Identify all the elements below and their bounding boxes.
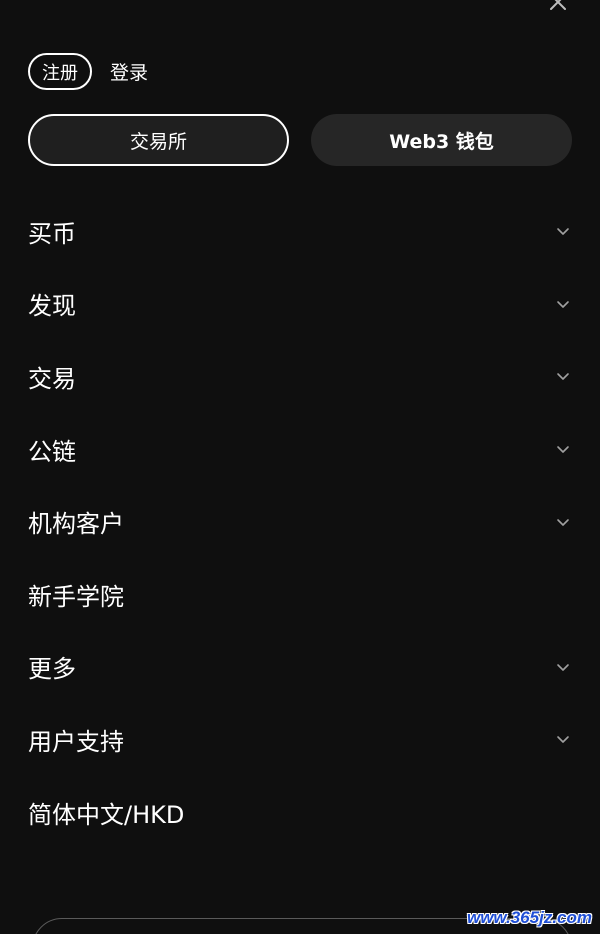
register-button[interactable]: 注册 — [28, 53, 92, 90]
menu-item-label: 公链 — [28, 437, 76, 466]
menu-item-label: 用户支持 — [28, 727, 124, 756]
mobile-menu-screen: 注册 登录 交易所 Web3 钱包 买币 发现 交易 公链 机构客户 新手学院 … — [0, 0, 600, 934]
menu-item-label: 更多 — [28, 655, 76, 684]
menu-item-label: 发现 — [28, 292, 76, 321]
menu-item-institutional[interactable]: 机构客户 — [0, 485, 600, 558]
close-icon — [550, 0, 566, 10]
menu-item-discover[interactable]: 发现 — [0, 268, 600, 341]
menu-item-label: 简体中文/HKD — [28, 800, 185, 829]
chevron-down-icon — [556, 226, 570, 236]
menu-item-language-currency[interactable]: 简体中文/HKD — [0, 776, 600, 849]
close-button[interactable] — [546, 0, 570, 14]
watermark: www.365jz.com — [466, 908, 592, 927]
tab-web3-wallet[interactable]: Web3 钱包 — [311, 114, 572, 166]
chevron-down-icon — [556, 734, 570, 744]
chevron-down-icon — [556, 299, 570, 309]
tab-web3-wallet-label: Web3 钱包 — [389, 130, 494, 153]
tab-exchange[interactable]: 交易所 — [28, 114, 289, 166]
nav-menu: 买币 发现 交易 公链 机构客户 新手学院 更多 用户支持 简体中文/HKD — [0, 195, 600, 848]
menu-item-label: 买币 — [28, 219, 76, 248]
menu-item-support[interactable]: 用户支持 — [0, 703, 600, 776]
chevron-down-icon — [556, 662, 570, 672]
auth-row: 注册 登录 — [28, 53, 148, 90]
chevron-down-icon — [556, 517, 570, 527]
menu-item-buy-crypto[interactable]: 买币 — [0, 195, 600, 268]
menu-item-trade[interactable]: 交易 — [0, 340, 600, 413]
menu-item-label: 交易 — [28, 364, 76, 393]
menu-item-label: 新手学院 — [28, 582, 124, 611]
chevron-down-icon — [556, 444, 570, 454]
menu-item-more[interactable]: 更多 — [0, 631, 600, 704]
tab-exchange-label: 交易所 — [129, 130, 187, 153]
login-link[interactable]: 登录 — [110, 58, 148, 85]
chevron-down-icon — [556, 371, 570, 381]
menu-item-label: 机构客户 — [28, 510, 124, 539]
menu-item-academy[interactable]: 新手学院 — [0, 558, 600, 631]
register-button-label: 注册 — [42, 62, 78, 84]
menu-item-public-chain[interactable]: 公链 — [0, 413, 600, 486]
